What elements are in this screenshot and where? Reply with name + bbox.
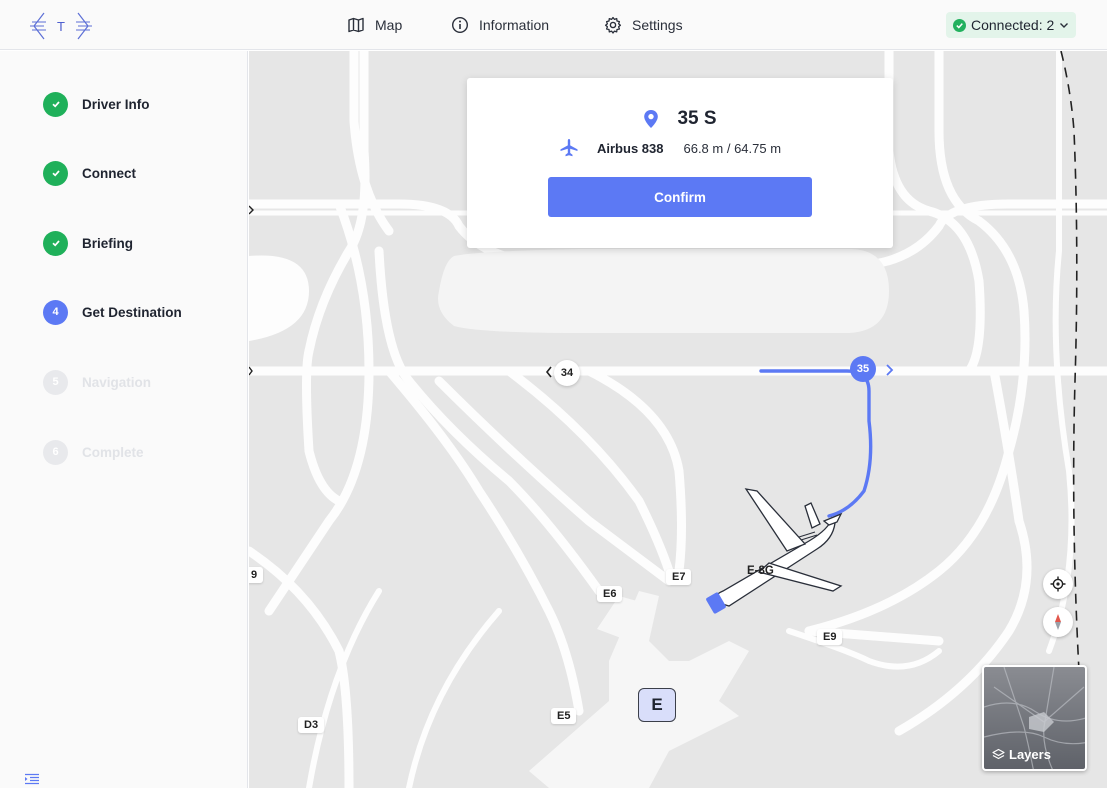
map-label-e6[interactable]: E6 xyxy=(597,586,623,602)
aircraft-dimensions: 66.8 m / 64.75 m xyxy=(683,140,782,156)
confirm-button[interactable]: Confirm xyxy=(548,177,812,217)
compass-button[interactable] xyxy=(1043,607,1073,637)
airport-map[interactable]: 9 E6 E7 E9 E5 D3 E-8G E 34 35 Layers 35 … xyxy=(249,51,1107,788)
step-number: 6 xyxy=(43,439,68,465)
gear-icon xyxy=(604,16,622,34)
step-navigation: 5 Navigation xyxy=(43,369,151,395)
connection-status-label: Connected: 2 xyxy=(971,17,1055,33)
airplane-icon xyxy=(560,139,578,157)
layers-icon xyxy=(992,748,1005,760)
check-icon xyxy=(43,160,68,186)
crosshair-icon xyxy=(1050,576,1066,592)
nav-information[interactable]: Information xyxy=(451,0,549,50)
destination-card: 35 S Airbus 838 66.8 m / 64.75 m Confirm xyxy=(467,78,893,248)
step-connect[interactable]: Connect xyxy=(43,160,136,186)
aircraft-label: E-8G xyxy=(747,565,774,577)
collapse-sidebar-icon[interactable] xyxy=(24,772,40,785)
check-icon xyxy=(43,230,68,256)
nav-settings[interactable]: Settings xyxy=(604,0,683,50)
app-logo[interactable]: T xyxy=(30,10,92,42)
map-icon xyxy=(348,17,364,33)
layers-button[interactable]: Layers xyxy=(982,665,1087,771)
step-briefing[interactable]: Briefing xyxy=(43,230,133,256)
step-complete: 6 Complete xyxy=(43,439,144,465)
waypoint-35[interactable]: 35 xyxy=(850,356,876,382)
chevron-down-icon xyxy=(1060,23,1069,28)
aircraft-icon xyxy=(706,488,843,614)
step-label: Briefing xyxy=(82,235,134,251)
connection-status-dropdown[interactable]: Connected: 2 xyxy=(946,12,1076,38)
map-label-e9-edge: 9 xyxy=(249,567,264,583)
map-label-e7[interactable]: E7 xyxy=(666,569,692,585)
destination-label: 35 S xyxy=(677,108,717,129)
svg-text:T: T xyxy=(57,19,65,34)
check-circle-icon xyxy=(953,18,966,32)
step-label: Driver Info xyxy=(82,96,150,112)
step-number: 5 xyxy=(43,369,68,395)
map-label-e9[interactable]: E9 xyxy=(817,629,843,645)
waypoint-34[interactable]: 34 xyxy=(554,360,580,386)
compass-icon xyxy=(1055,614,1061,630)
step-get-destination[interactable]: 4 Get Destination xyxy=(43,299,182,325)
destination-row: 35 S xyxy=(467,108,893,130)
aircraft-name: Airbus 838 xyxy=(597,140,664,156)
aircraft-info-row: Airbus 838 66.8 m / 64.75 m xyxy=(559,138,781,158)
top-bar: T Map Information Settings Connected: 2 xyxy=(0,0,1107,50)
terminal-gate-e[interactable]: E xyxy=(638,688,676,722)
layers-label-wrap: Layers xyxy=(992,747,1051,762)
location-pin-icon xyxy=(644,110,659,128)
step-label: Navigation xyxy=(82,374,152,390)
nav-settings-label: Settings xyxy=(632,17,683,33)
locate-button[interactable] xyxy=(1043,569,1073,599)
nav-map-label: Map xyxy=(375,17,403,33)
step-driver-info[interactable]: Driver Info xyxy=(43,91,150,117)
nav-map[interactable]: Map xyxy=(347,0,402,50)
map-label-e5[interactable]: E5 xyxy=(551,708,577,724)
info-icon xyxy=(451,16,469,34)
layers-label: Layers xyxy=(1009,747,1051,762)
step-label: Complete xyxy=(82,444,144,460)
map-label-d3[interactable]: D3 xyxy=(298,717,325,733)
check-icon xyxy=(43,91,68,117)
nav-information-label: Information xyxy=(479,17,550,33)
step-number: 4 xyxy=(43,299,68,325)
step-label: Connect xyxy=(82,165,136,181)
step-label: Get Destination xyxy=(82,304,182,320)
